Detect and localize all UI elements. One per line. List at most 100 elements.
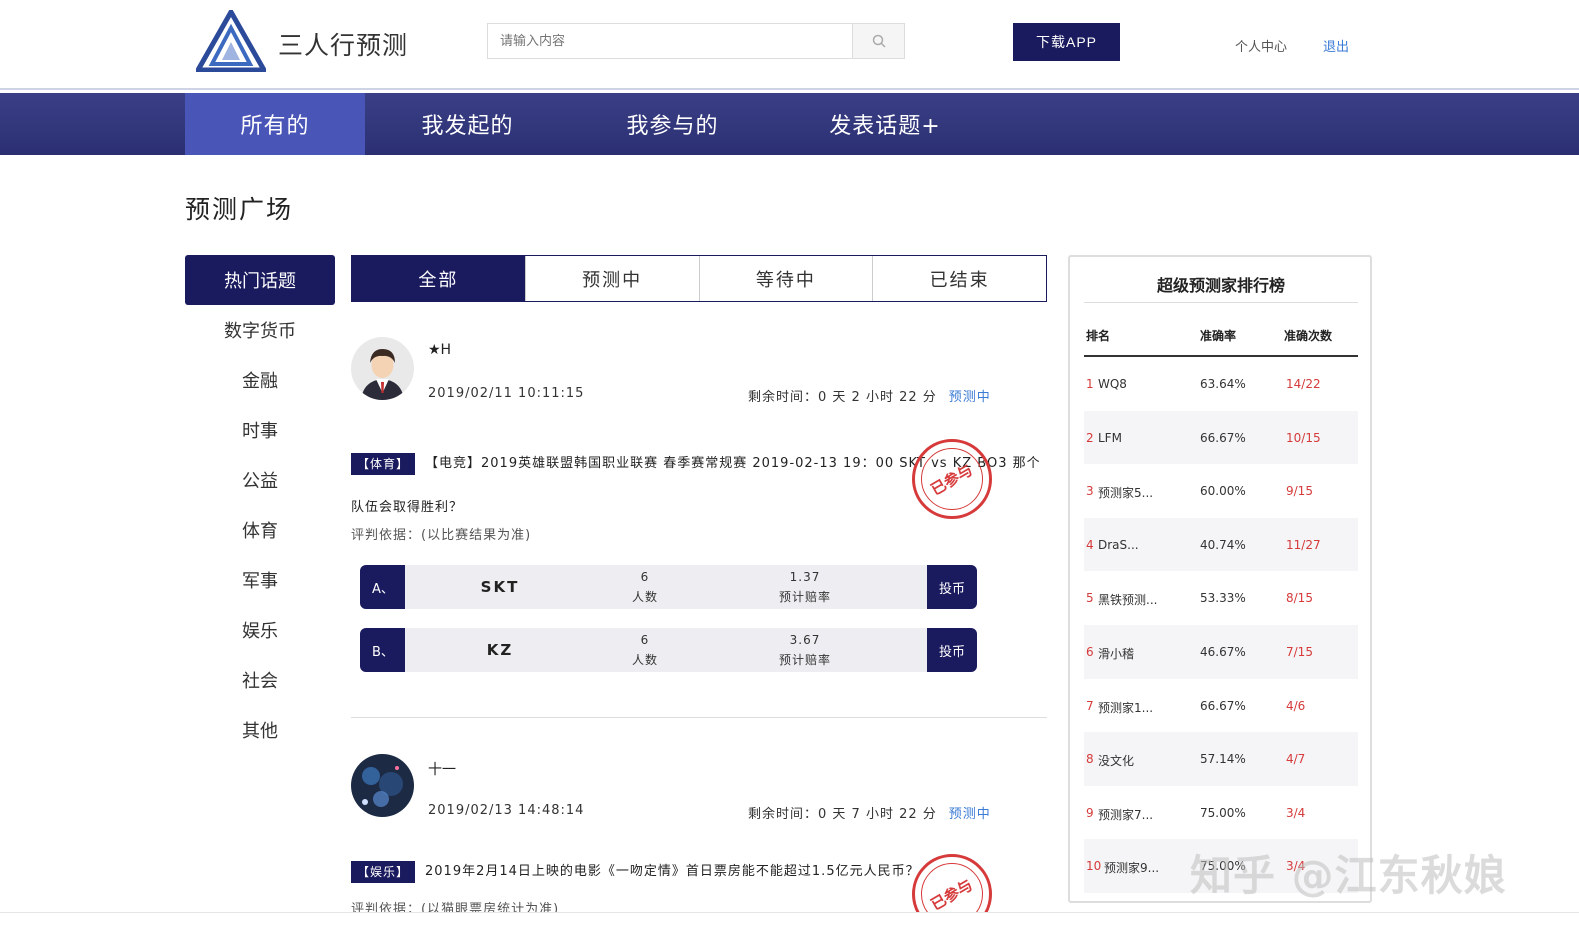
rank-count: 7/15 xyxy=(1286,644,1313,659)
ranking-row[interactable]: 8 没文化 57.14% 4/7 xyxy=(1084,732,1358,786)
ranking-row[interactable]: 4 DraS... 40.74% 11/27 xyxy=(1084,517,1358,572)
rank-count: 8/15 xyxy=(1286,591,1313,606)
tab-waiting[interactable]: 等待中 xyxy=(698,256,873,301)
watermark: 知乎 @江东秋娘 xyxy=(1190,851,1507,900)
rank-name: 预测家1... xyxy=(1098,700,1154,715)
judgment-basis: 评判依据：(以比赛结果为准) xyxy=(351,528,532,543)
ranking-row[interactable]: 3 预测家5... 60.00% 9/15 xyxy=(1084,464,1358,518)
vote-button[interactable]: 投币 xyxy=(927,628,977,672)
rank-name: 预测家9... xyxy=(1104,861,1160,876)
rank-accuracy: 63.64% xyxy=(1200,377,1246,391)
ranking-row[interactable]: 2 LFM 66.67% 10/15 xyxy=(1084,410,1358,465)
user-avatar-icon xyxy=(351,337,414,400)
rank-name: DraS... xyxy=(1098,537,1139,552)
category-finance[interactable]: 金融 xyxy=(185,355,335,405)
rank-number: 7 xyxy=(1086,698,1094,713)
ranking-panel: 超级预测家排行榜 排名 准确率 准确次数 1 WQ8 63.64% 14/22 2 LF… xyxy=(1068,255,1372,903)
option-count-label: 人数 xyxy=(631,653,658,667)
rank-accuracy: 40.74% xyxy=(1200,537,1246,552)
rank-name: 预测家7... xyxy=(1098,807,1154,822)
rank-count: 14/22 xyxy=(1286,377,1321,391)
search-button[interactable] xyxy=(852,24,904,58)
rank-number: 1 xyxy=(1086,377,1094,391)
rank-accuracy: 75.00% xyxy=(1200,805,1246,820)
search-input[interactable] xyxy=(488,24,852,58)
ranking-row[interactable]: 7 预测家1... 66.67% 4/6 xyxy=(1084,679,1358,733)
post-card: 十一 2019/02/13 14:48:14 剩余时间：0 天 7 小时 22 … xyxy=(351,754,1047,912)
logo-icon[interactable] xyxy=(196,10,266,72)
category-charity[interactable]: 公益 xyxy=(185,455,335,505)
rank-number: 6 xyxy=(1086,644,1094,659)
header-accuracy: 准确率 xyxy=(1200,329,1237,343)
vote-button[interactable]: 投币 xyxy=(927,565,977,609)
category-tag: 【体育】 xyxy=(351,452,416,475)
avatar[interactable] xyxy=(351,337,414,400)
logout-link[interactable]: 退出 xyxy=(1323,36,1349,55)
ranking-rows: 1 WQ8 63.64% 14/22 2 LFM 66.67% 10/15 3 预测家5...… xyxy=(1084,357,1358,893)
main-nav: 所有的 我发起的 我参与的 发表话题+ xyxy=(0,93,1579,155)
rank-number: 5 xyxy=(1086,591,1094,606)
nav-initiated[interactable]: 我发起的 xyxy=(385,93,550,155)
rank-name: 黑铁预测... xyxy=(1098,593,1158,608)
category-military[interactable]: 军事 xyxy=(185,555,335,605)
ranking-row[interactable]: 9 预测家7... 75.00% 3/4 xyxy=(1084,786,1358,840)
user-center-link[interactable]: 个人中心 xyxy=(1235,36,1287,55)
option-letter: B、 xyxy=(360,628,405,672)
remaining-time: 剩余时间：0 天 2 小时 22 分预测中 xyxy=(748,386,991,405)
remaining-time: 剩余时间：0 天 7 小时 22 分预测中 xyxy=(748,803,991,822)
ranking-header: 排名 准确率 准确次数 xyxy=(1084,312,1358,357)
rank-accuracy: 66.67% xyxy=(1200,698,1246,713)
ranking-row[interactable]: 6 滑小稽 46.67% 7/15 xyxy=(1084,624,1358,679)
option-odds: 1.37 预计赔率 xyxy=(750,567,860,607)
post-time: 2019/02/13 14:48:14 xyxy=(428,803,585,818)
category-entertainment[interactable]: 娱乐 xyxy=(185,605,335,655)
option-odds-value: 3.67 xyxy=(789,633,821,647)
tab-predicting[interactable]: 预测中 xyxy=(524,256,699,301)
rank-accuracy: 66.67% xyxy=(1200,430,1246,445)
rank-accuracy: 53.33% xyxy=(1200,591,1246,606)
rank-name: 没文化 xyxy=(1098,754,1135,769)
post-username[interactable]: ★H xyxy=(428,342,451,358)
rank-name: WQ8 xyxy=(1098,377,1127,391)
rank-accuracy: 57.14% xyxy=(1200,752,1246,767)
nav-participated[interactable]: 我参与的 xyxy=(590,93,755,155)
nav-post-topic[interactable]: 发表话题+ xyxy=(800,93,970,155)
remaining-time-text: 剩余时间：0 天 2 小时 22 分 xyxy=(748,390,937,405)
option-row: A、 SKT 6 人数 1.37 预计赔率 投币 xyxy=(360,565,977,609)
post-username[interactable]: 十一 xyxy=(428,759,456,779)
option-row: B、 KZ 6 人数 3.67 预计赔率 投币 xyxy=(360,628,977,672)
option-odds-label: 预计赔率 xyxy=(778,590,831,604)
search-box xyxy=(487,23,905,59)
rank-count: 4/6 xyxy=(1286,698,1306,713)
post-status: 预测中 xyxy=(948,390,991,405)
rank-name: 滑小稽 xyxy=(1098,646,1135,661)
category-crypto[interactable]: 数字货币 xyxy=(185,305,335,355)
option-count-value: 6 xyxy=(640,570,650,584)
post-time: 2019/02/11 10:11:15 xyxy=(428,386,585,401)
brand-name[interactable]: 三人行预测 xyxy=(278,26,408,62)
header-count: 准确次数 xyxy=(1284,329,1333,343)
rank-name: LFM xyxy=(1098,430,1122,445)
category-hot[interactable]: 热门话题 xyxy=(185,255,335,305)
post-status: 预测中 xyxy=(948,807,991,822)
rank-count: 3/4 xyxy=(1286,805,1306,820)
ranking-row[interactable]: 1 WQ8 63.64% 14/22 xyxy=(1084,357,1358,411)
download-app-button[interactable]: 下载APP xyxy=(1013,23,1120,61)
tab-all[interactable]: 全部 xyxy=(352,256,525,301)
tab-ended[interactable]: 已结束 xyxy=(872,256,1046,301)
rank-count: 11/27 xyxy=(1286,537,1321,552)
category-current-affairs[interactable]: 时事 xyxy=(185,405,335,455)
search-icon xyxy=(872,34,886,48)
category-sports[interactable]: 体育 xyxy=(185,505,335,555)
avatar[interactable] xyxy=(351,754,414,817)
option-team: SKT xyxy=(480,578,520,596)
participated-stamp: 已参与 xyxy=(912,439,992,519)
category-other[interactable]: 其他 xyxy=(185,705,335,755)
nav-all[interactable]: 所有的 xyxy=(185,93,365,155)
post-divider xyxy=(351,717,1047,718)
category-society[interactable]: 社会 xyxy=(185,655,335,705)
rank-number: 8 xyxy=(1086,752,1094,767)
option-count: 6 人数 xyxy=(605,630,685,670)
rank-number: 10 xyxy=(1086,859,1102,874)
ranking-row[interactable]: 5 黑铁预测... 53.33% 8/15 xyxy=(1084,571,1358,625)
